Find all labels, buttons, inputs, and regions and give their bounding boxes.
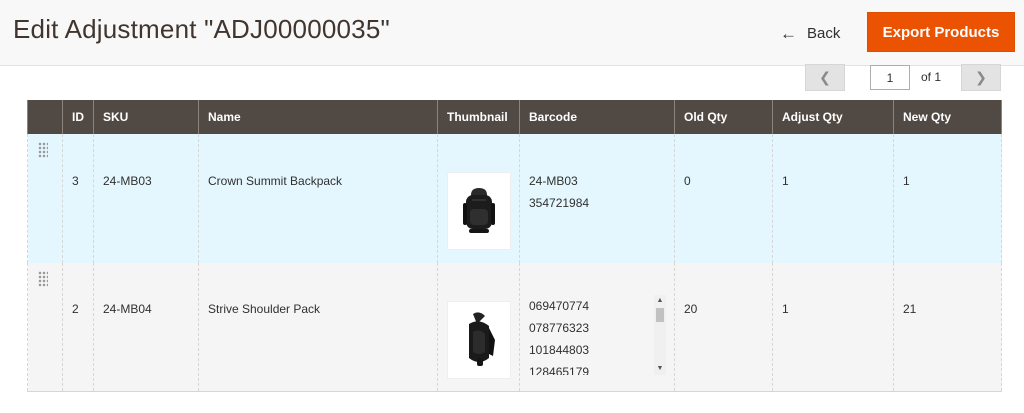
barcode-cell: 24-MB03 354721984 [519,134,675,263]
name-cell: Crown Summit Backpack [198,134,438,263]
adjust-qty-cell[interactable]: 1 [772,263,894,392]
shoulder-pack-image [447,301,511,379]
column-header-new-qty[interactable]: New Qty [893,100,1002,134]
grid-header-row: ID SKU Name Thumbnail Barcode Old Qty Ad… [27,100,1002,134]
page-count-label: of 1 [921,70,942,84]
barcode-value: 128465179 [529,365,590,375]
thumbnail-cell [437,263,520,392]
id-cell: 2 [62,263,94,392]
old-qty-cell: 0 [674,134,773,263]
id-cell: 3 [62,134,94,263]
export-products-button[interactable]: Export Products [867,12,1015,52]
column-header-id[interactable]: ID [62,100,94,134]
column-header-adjust-qty[interactable]: Adjust Qty [772,100,894,134]
column-header-old-qty[interactable]: Old Qty [674,100,773,134]
table-row[interactable]: 2 24-MB04 Strive Shoulder Pack 069470774 [27,263,1002,392]
adjust-qty-cell[interactable]: 1 [772,134,894,263]
sku-cell: 24-MB03 [93,134,199,263]
back-button-label: Back [807,24,841,42]
pager: ❮ of 1 ❯ [805,64,1001,91]
new-qty-cell: 21 [893,263,1002,392]
scrollbar-thumb[interactable] [656,308,664,322]
arrow-left-icon: ← [780,23,797,43]
column-header-drag [27,100,63,134]
barcode-value: 069470774 [529,299,590,313]
column-header-name[interactable]: Name [198,100,438,134]
column-header-sku[interactable]: SKU [93,100,199,134]
old-qty-cell: 20 [674,263,773,392]
thumbnail-cell [437,134,520,263]
barcode-cell: 069470774 078776323 101844803 128465179 … [519,263,675,392]
pager-prev-button[interactable]: ❮ [805,64,845,91]
backpack-image [447,172,511,250]
drag-handle-icon[interactable] [38,142,48,158]
new-qty-cell: 1 [893,134,1002,263]
column-header-thumbnail[interactable]: Thumbnail [437,100,520,134]
page-number-input[interactable] [870,65,910,90]
barcode-value: 078776323 [529,321,590,335]
triangle-up-icon[interactable]: ▲ [654,295,666,307]
column-header-barcode[interactable]: Barcode [519,100,675,134]
backpack-icon [463,188,495,233]
drag-handle-icon[interactable] [38,271,48,287]
pager-next-button[interactable]: ❯ [961,64,1001,91]
barcode-list[interactable]: 069470774 078776323 101844803 128465179 … [529,295,666,375]
chevron-left-icon: ❮ [819,69,831,85]
table-row[interactable]: 3 24-MB03 Crown Summit Backpack 24-MB03 … [27,134,1002,263]
sku-cell: 24-MB04 [93,263,199,392]
page-header: Edit Adjustment "ADJ00000035" ← Back Exp… [0,0,1024,66]
shoulder-pack-icon [469,312,495,366]
drag-cell [27,134,63,263]
page-title: Edit Adjustment "ADJ00000035" [13,14,390,44]
barcode-scrollbar[interactable]: ▲ ▼ [654,295,666,375]
adjustment-products-grid: ID SKU Name Thumbnail Barcode Old Qty Ad… [27,100,1002,392]
barcode-value: 101844803 [529,343,590,357]
drag-cell [27,263,63,392]
barcode-value: 354721984 [529,196,590,210]
chevron-right-icon: ❯ [975,69,987,85]
barcode-value: 24-MB03 [529,174,578,188]
triangle-down-icon[interactable]: ▼ [654,363,666,375]
name-cell: Strive Shoulder Pack [198,263,438,392]
back-button[interactable]: ← Back [772,16,848,50]
